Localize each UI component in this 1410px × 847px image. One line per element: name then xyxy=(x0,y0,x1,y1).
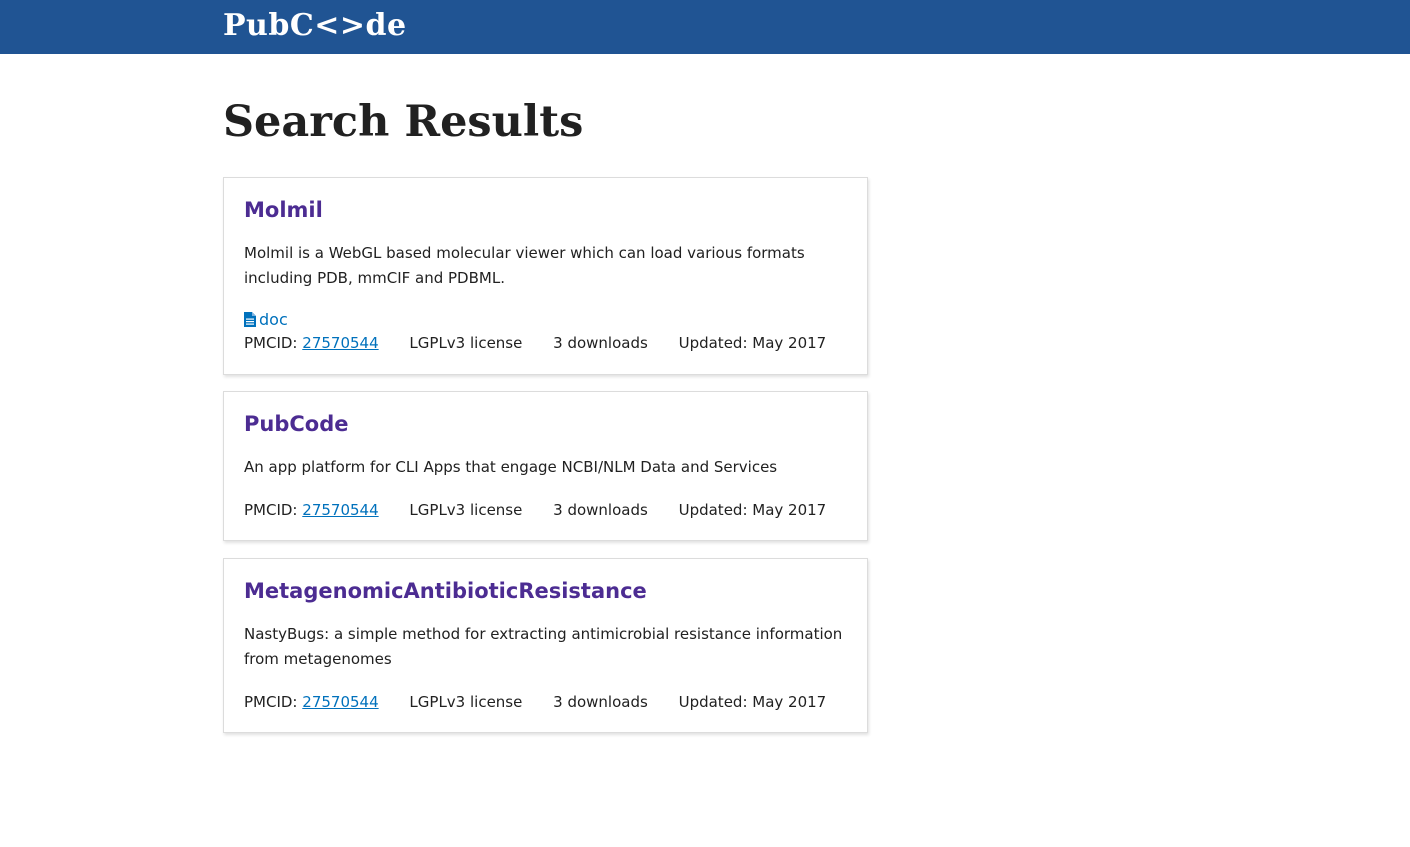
downloads-count: 3 downloads xyxy=(553,334,648,352)
result-title-link[interactable]: Molmil xyxy=(244,196,323,224)
result-card: MetagenomicAntibioticResistance NastyBug… xyxy=(223,558,868,733)
top-navbar: PubC<>de xyxy=(0,0,1410,54)
pmcid-label: PMCID: xyxy=(244,693,298,711)
pmcid-group: PMCID: 27570544 xyxy=(244,501,379,519)
downloads-count: 3 downloads xyxy=(553,501,648,519)
updated-date: Updated: May 2017 xyxy=(678,693,827,711)
result-meta: PMCID: 27570544 LGPLv3 license 3 downloa… xyxy=(244,499,852,521)
downloads-count: 3 downloads xyxy=(553,693,648,711)
result-title-link[interactable]: MetagenomicAntibioticResistance xyxy=(244,577,647,605)
page-title: Search Results xyxy=(223,97,584,147)
pmcid-label: PMCID: xyxy=(244,501,298,519)
pmcid-link[interactable]: 27570544 xyxy=(302,334,378,352)
result-description: An app platform for CLI Apps that engage… xyxy=(244,458,778,476)
result-meta: PMCID: 27570544 LGPLv3 license 3 downloa… xyxy=(244,332,852,354)
result-description: Molmil is a WebGL based molecular viewer… xyxy=(244,244,805,287)
site-logo[interactable]: PubC<>de xyxy=(223,6,407,46)
result-card: PubCode An app platform for CLI Apps tha… xyxy=(223,391,868,541)
license-text: LGPLv3 license xyxy=(409,501,523,519)
doc-link[interactable]: doc xyxy=(244,309,288,331)
license-text: LGPLv3 license xyxy=(409,334,523,352)
result-meta: PMCID: 27570544 LGPLv3 license 3 downloa… xyxy=(244,691,852,713)
doc-link-label: doc xyxy=(259,310,288,329)
pmcid-label: PMCID: xyxy=(244,334,298,352)
pmcid-link[interactable]: 27570544 xyxy=(302,693,378,711)
document-icon xyxy=(244,312,256,327)
license-text: LGPLv3 license xyxy=(409,693,523,711)
pmcid-group: PMCID: 27570544 xyxy=(244,334,379,352)
pmcid-group: PMCID: 27570544 xyxy=(244,693,379,711)
result-title-link[interactable]: PubCode xyxy=(244,410,349,438)
updated-date: Updated: May 2017 xyxy=(678,501,827,519)
updated-date: Updated: May 2017 xyxy=(678,334,827,352)
result-description: NastyBugs: a simple method for extractin… xyxy=(244,625,843,668)
pmcid-link[interactable]: 27570544 xyxy=(302,501,378,519)
result-card: Molmil Molmil is a WebGL based molecular… xyxy=(223,177,868,375)
